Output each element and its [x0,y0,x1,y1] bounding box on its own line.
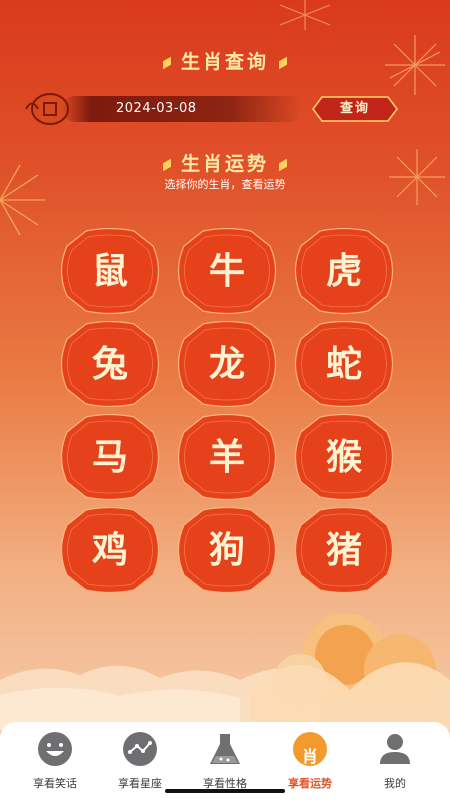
tab-personality[interactable]: 享看性格 [180,730,270,791]
zodiac-tile[interactable]: 牛 [173,227,281,315]
tab-label: 享看笑话 [33,777,77,790]
title-flag-right [279,56,287,70]
date-field[interactable]: 2024-03-08 [62,96,302,122]
zodiac-char: 猪 [325,529,362,571]
zodiac-tile[interactable]: 兔 [56,320,164,408]
title-flag-left [162,158,171,172]
zodiac-tile[interactable]: 蛇 [290,320,398,408]
user-icon [380,734,410,764]
zodiac-tile[interactable]: 鸡 [56,506,164,594]
query-section-title: 生肖查询 [0,47,450,74]
zodiac-tile[interactable]: 羊 [173,413,281,501]
query-button-label: 查询 [339,101,370,116]
zodiac-char: 鸡 [91,529,128,571]
zodiac-char: 狗 [208,529,245,571]
title-flag-right [279,158,287,172]
zodiac-char: 马 [91,436,128,478]
tab-profile[interactable]: 我的 [350,730,440,791]
zodiac-tile[interactable]: 狗 [173,506,281,594]
smile-face-icon [38,732,72,766]
tab-constellation[interactable]: 享看星座 [95,730,185,791]
tab-badge-char: 肖 [301,747,318,766]
title-flag-left [162,56,171,70]
home-indicator [165,789,285,793]
zodiac-tile[interactable]: 马 [56,413,164,501]
tab-jokes[interactable]: 享看笑话 [10,730,100,791]
date-value: 2024-03-08 [116,101,197,116]
zodiac-char: 鼠 [91,250,128,292]
query-title-text: 生肖查询 [180,51,269,73]
constellation-icon [123,732,157,766]
query-button[interactable]: 查询 [312,96,398,122]
zodiac-char: 羊 [208,436,245,478]
zodiac-tile[interactable]: 龙 [173,320,281,408]
bottom-tab-bar: 享看笑话 享看星座 享看性格 肖 享看运势 我的 [0,722,450,800]
firework-decoration [279,0,331,30]
zodiac-char: 猴 [325,436,362,478]
zodiac-char: 蛇 [325,343,362,385]
fortune-subtitle: 选择你的生肖，查看运势 [164,178,286,191]
zodiac-tile[interactable]: 猴 [290,413,398,501]
zodiac-char: 兔 [91,343,128,385]
zodiac-char: 牛 [208,250,245,292]
zodiac-tile[interactable]: 猪 [290,506,398,594]
fortune-section-title: 生肖运势 [0,149,450,176]
cloud-decoration [0,613,450,730]
zodiac-char: 龙 [208,343,245,385]
tab-fortune[interactable]: 肖 享看运势 [265,730,355,791]
fortune-title-text: 生肖运势 [180,153,269,175]
flask-icon [210,734,240,764]
zodiac-tile[interactable]: 鼠 [56,227,164,315]
tab-label: 我的 [384,777,406,790]
zodiac-char: 虎 [325,250,362,292]
zodiac-tile[interactable]: 虎 [290,227,398,315]
